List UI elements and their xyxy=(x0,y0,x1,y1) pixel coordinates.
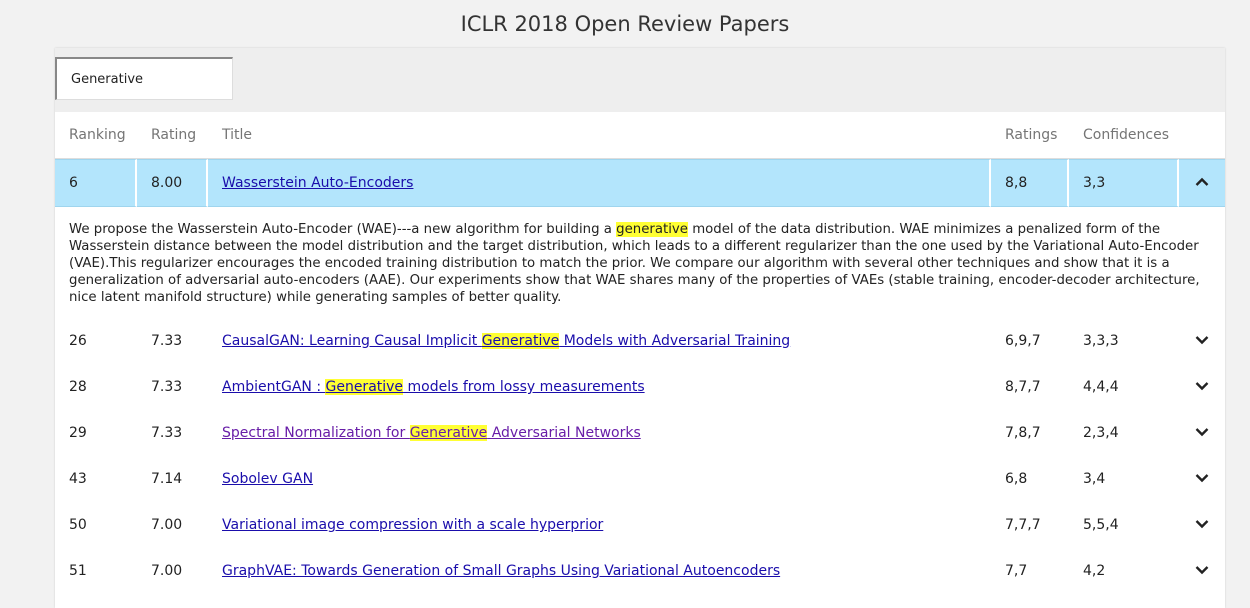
cell-ratings: 8,7,7 xyxy=(1005,379,1041,395)
cell-ranking: 50 xyxy=(69,517,87,533)
page-title: ICLR 2018 Open Review Papers xyxy=(460,12,790,36)
cell-confidences: 2,3,4 xyxy=(1083,425,1119,441)
cell-ranking: 29 xyxy=(69,425,87,441)
paper-title-link[interactable]: GraphVAE: Towards Generation of Small Gr… xyxy=(222,563,780,579)
cell-rating: 7.00 xyxy=(151,517,183,533)
cell-ratings: 7,7 xyxy=(1005,563,1028,579)
cell-toggle xyxy=(1179,364,1225,410)
chevron-down-icon[interactable] xyxy=(1191,335,1213,345)
search-highlight: Generative xyxy=(481,333,560,349)
table-row[interactable]: 43 7.14 Sobolev GAN 6,8 3,4 xyxy=(55,456,1225,502)
cell-ranking: 28 xyxy=(69,379,87,395)
chevron-down-icon[interactable] xyxy=(1191,381,1213,391)
cell-confidences: 4,2 xyxy=(1083,563,1106,579)
paper-title-link[interactable]: Wasserstein Auto-Encoders xyxy=(222,175,413,191)
cell-rating: 7.00 xyxy=(151,563,183,579)
paper-title-link[interactable]: AmbientGAN : Generative models from loss… xyxy=(222,379,645,395)
cell-rating: 7.33 xyxy=(151,425,183,441)
chevron-down-icon[interactable] xyxy=(1191,427,1213,437)
cell-title: GraphVAE: Towards Generation of Small Gr… xyxy=(208,548,991,594)
table-row[interactable]: 51 7.00 GraphVAE: Towards Generation of Sm… xyxy=(55,548,1225,594)
table-row[interactable]: 29 7.33 Spectral Normalization for Generat… xyxy=(55,410,1225,456)
cell-title: CausalGAN: Learning Causal Implicit Gene… xyxy=(208,318,991,364)
cell-toggle xyxy=(1179,548,1225,594)
cell-confidences: 5,5,4 xyxy=(1083,517,1119,533)
cell-toggle xyxy=(1179,159,1225,207)
cell-confidences: 3,3 xyxy=(1069,159,1179,207)
search-input[interactable] xyxy=(55,57,233,100)
chevron-down-icon[interactable] xyxy=(1191,473,1213,483)
table-header-row: Ranking Rating Title Ratings Confidences xyxy=(55,112,1225,159)
cell-rating: 7.14 xyxy=(151,471,183,487)
cell-confidences: 4,4,4 xyxy=(1083,379,1119,395)
cell-title: Spectral Normalization for Generative Ad… xyxy=(208,410,991,456)
papers-table: Ranking Rating Title Ratings Confidences… xyxy=(55,112,1225,594)
cell-toggle xyxy=(1179,502,1225,548)
cell-rating: 7.33 xyxy=(151,333,183,349)
cell-ranking: 51 xyxy=(69,563,87,579)
papers-panel: Ranking Rating Title Ratings Confidences… xyxy=(55,48,1225,608)
cell-ratings: 7,7,7 xyxy=(1005,517,1041,533)
search-highlight: generative xyxy=(616,222,688,237)
header-ranking[interactable]: Ranking xyxy=(55,112,137,159)
cell-confidences: 3,3,3 xyxy=(1083,333,1119,349)
cell-rating: 8.00 xyxy=(137,159,208,207)
cell-ratings: 8,8 xyxy=(991,159,1069,207)
cell-ranking: 6 xyxy=(55,159,137,207)
search-highlight: Generative xyxy=(325,379,404,395)
cell-ratings: 6,9,7 xyxy=(1005,333,1041,349)
cell-toggle xyxy=(1179,456,1225,502)
abstract-row: We propose the Wasserstein Auto-Encoder … xyxy=(55,207,1225,318)
abstract-text: We propose the Wasserstein Auto-Encoder … xyxy=(69,222,1200,305)
cell-title: Wasserstein Auto-Encoders xyxy=(208,159,991,207)
table-row[interactable]: 50 7.00 Variational image compression with… xyxy=(55,502,1225,548)
header-toggle xyxy=(1179,112,1225,159)
table-row[interactable]: 28 7.33 AmbientGAN : Generative models fro… xyxy=(55,364,1225,410)
header-confidences[interactable]: Confidences xyxy=(1069,112,1179,159)
search-highlight: Generative xyxy=(409,425,488,441)
header-ratings[interactable]: Ratings xyxy=(991,112,1069,159)
cell-ranking: 43 xyxy=(69,471,87,487)
cell-toggle xyxy=(1179,318,1225,364)
chevron-up-icon[interactable] xyxy=(1191,177,1213,187)
search-bar xyxy=(55,48,1225,112)
cell-ranking: 26 xyxy=(69,333,87,349)
chevron-down-icon[interactable] xyxy=(1191,519,1213,529)
cell-title: Variational image compression with a sca… xyxy=(208,502,991,548)
cell-ratings: 7,8,7 xyxy=(1005,425,1041,441)
paper-title-link[interactable]: Variational image compression with a sca… xyxy=(222,517,603,533)
cell-ratings: 6,8 xyxy=(1005,471,1028,487)
table-row[interactable]: 26 7.33 CausalGAN: Learning Causal Implici… xyxy=(55,318,1225,364)
cell-toggle xyxy=(1179,410,1225,456)
paper-title-link[interactable]: Sobolev GAN xyxy=(222,471,313,487)
table-row-expanded[interactable]: 6 8.00 Wasserstein Auto-Encoders 8,8 3,3 xyxy=(55,159,1225,207)
chevron-down-icon[interactable] xyxy=(1191,565,1213,575)
paper-title-link[interactable]: CausalGAN: Learning Causal Implicit Gene… xyxy=(222,333,790,349)
cell-title: Sobolev GAN xyxy=(208,456,991,502)
header-rating[interactable]: Rating xyxy=(137,112,208,159)
cell-title: AmbientGAN : Generative models from loss… xyxy=(208,364,991,410)
header-title[interactable]: Title xyxy=(208,112,991,159)
paper-title-link[interactable]: Spectral Normalization for Generative Ad… xyxy=(222,425,641,441)
cell-confidences: 3,4 xyxy=(1083,471,1106,487)
cell-rating: 7.33 xyxy=(151,379,183,395)
